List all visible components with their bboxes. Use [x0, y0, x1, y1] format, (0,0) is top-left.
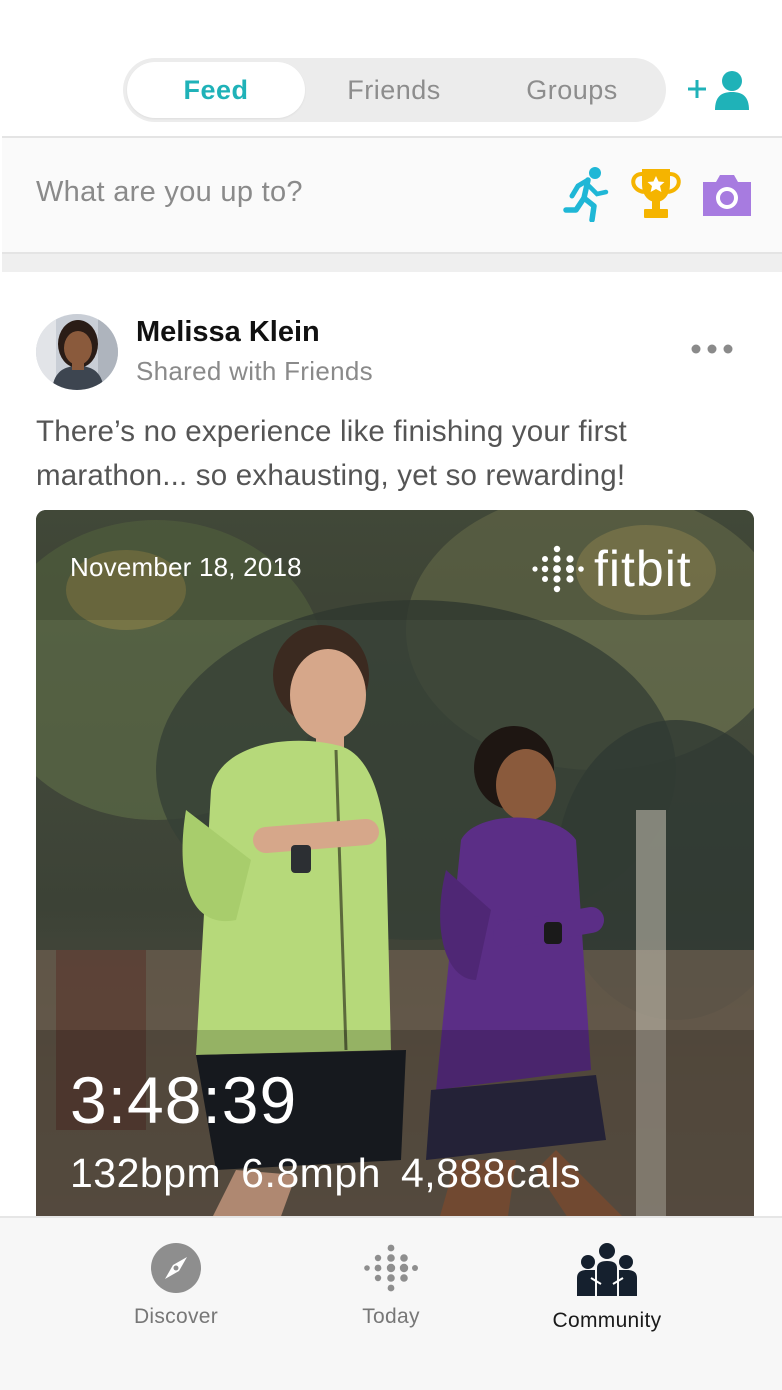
workout-stats: 132bpm 6.8mph 4,888cals	[70, 1150, 581, 1197]
fitbit-dots-icon	[532, 545, 584, 593]
nav-community[interactable]: Community	[507, 1242, 707, 1333]
fitbit-dots-icon	[364, 1244, 418, 1292]
tab-friends[interactable]: Friends	[305, 62, 483, 118]
post-author[interactable]: Melissa Klein	[136, 316, 320, 349]
post-share-scope: Shared with Friends	[136, 356, 373, 386]
calories-stat: 4,888cals	[400, 1150, 581, 1196]
run-icon[interactable]	[562, 166, 610, 222]
more-options-icon[interactable]	[690, 340, 734, 358]
avatar[interactable]	[36, 314, 118, 390]
workout-duration: 3:48:39	[70, 1063, 298, 1137]
camera-icon[interactable]	[700, 172, 754, 218]
add-friend-icon[interactable]	[686, 68, 754, 112]
nav-community-label: Community	[552, 1309, 662, 1332]
workout-date: November 18, 2018	[70, 552, 302, 582]
top-bar: Feed Friends Groups	[0, 0, 782, 136]
workout-photo-card[interactable]: November 18, 2018 fitbit 3:48:39 132bpm …	[36, 510, 754, 1230]
feed-divider	[2, 254, 782, 272]
compass-icon	[151, 1243, 201, 1293]
speed-stat: 6.8mph	[241, 1150, 381, 1196]
post-text: There’s no experience like finishing you…	[36, 415, 627, 492]
tab-feed[interactable]: Feed	[127, 62, 305, 118]
trophy-icon[interactable]	[626, 166, 686, 222]
bottom-navigation: Discover Today Community	[0, 1216, 782, 1390]
tab-groups[interactable]: Groups	[483, 62, 661, 118]
feed-segmented-control: Feed Friends Groups	[123, 58, 666, 122]
fitbit-wordmark: fitbit	[594, 541, 692, 597]
status-composer[interactable]: What are you up to?	[2, 136, 782, 254]
composer-placeholder[interactable]: What are you up to?	[36, 176, 303, 209]
nav-discover[interactable]: Discover	[76, 1242, 276, 1329]
heart-rate-stat: 132bpm	[70, 1150, 222, 1196]
nav-today[interactable]: Today	[291, 1242, 491, 1329]
community-icon	[577, 1243, 637, 1296]
nav-today-label: Today	[362, 1305, 420, 1328]
fitbit-logo: fitbit	[532, 540, 692, 598]
nav-discover-label: Discover	[133, 1305, 219, 1328]
